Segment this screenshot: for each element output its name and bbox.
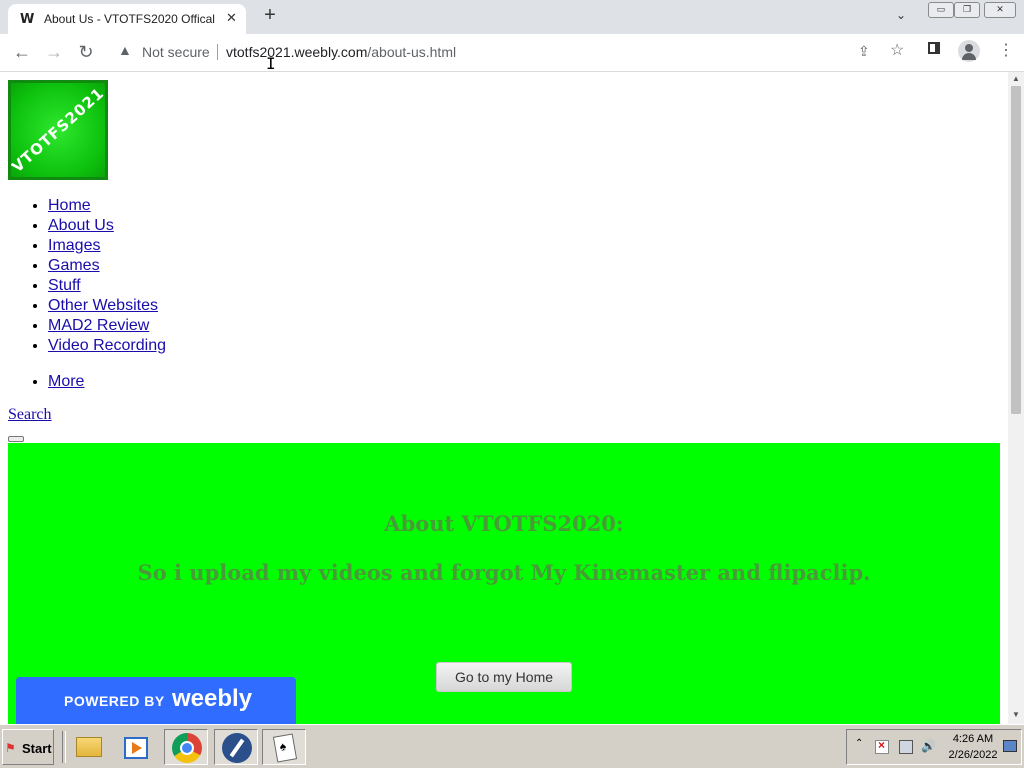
app-icon <box>222 733 252 763</box>
powered-by-weebly-badge[interactable]: POWERED BY weebly <box>16 677 296 724</box>
share-icon[interactable]: ⇪ <box>858 43 870 60</box>
go-home-button[interactable]: Go to my Home <box>436 662 572 692</box>
page-viewport: VTOTFS2021 Home About Us Images Games St… <box>0 72 1008 724</box>
url-host: vtotfs2021.weebly.com <box>226 44 368 60</box>
site-logo[interactable]: VTOTFS2021 <box>8 80 108 180</box>
scroll-up-icon[interactable]: ▲ <box>1012 74 1020 83</box>
weebly-favicon-icon: W <box>20 12 35 27</box>
nav-item-other-websites: Other Websites <box>48 296 166 316</box>
chrome-icon <box>172 733 202 763</box>
nav-link-other-websites[interactable]: Other Websites <box>48 297 158 314</box>
warning-icon[interactable]: ▲ <box>118 42 132 58</box>
nav-item-video-recording: Video Recording <box>48 336 166 356</box>
nav-item-more: More <box>48 372 84 392</box>
badge-prefix: POWERED BY <box>64 693 165 709</box>
nav-item-about-us: About Us <box>48 216 166 236</box>
site-nav: Home About Us Images Games Stuff Other W… <box>0 196 166 356</box>
url-path: /about-us.html <box>367 44 457 60</box>
nav-item-games: Games <box>48 256 166 276</box>
solitaire-icon <box>272 733 298 763</box>
nav-item-images: Images <box>48 236 166 256</box>
reload-icon[interactable]: ↻ <box>76 42 96 63</box>
star-icon[interactable]: ☆ <box>890 40 904 60</box>
tab-search-icon[interactable]: ⌄ <box>896 8 906 22</box>
nav-item-stuff: Stuff <box>48 276 166 296</box>
scroll-down-icon[interactable]: ▼ <box>1012 710 1020 719</box>
nav-link-mad2-review[interactable]: MAD2 Review <box>48 317 149 334</box>
taskbar: ⚑ Start ⌃ 🔊 4:26 AM 2/26/2022 <box>0 724 1024 768</box>
clock-date[interactable]: 2/26/2022 <box>945 749 1001 761</box>
solitaire-button[interactable] <box>262 729 306 765</box>
tab-strip: W About Us - VTOTFS2020 Offical ✕ + ⌄ ▭ … <box>0 0 1024 34</box>
security-label[interactable]: Not secure <box>142 44 210 60</box>
show-hidden-icons-icon[interactable]: ⌃ <box>855 738 863 749</box>
browser-toolbar: ← → ↻ ▲ Not secure vtotfs2021.weebly.com… <box>0 34 1024 72</box>
tab-close-icon[interactable]: ✕ <box>226 10 237 26</box>
banner-heading: About VTOTFS2020: <box>384 511 624 536</box>
nav-link-home[interactable]: Home <box>48 197 91 214</box>
page-scrollbar[interactable]: ▲ ▼ <box>1008 72 1024 724</box>
nav-item-home: Home <box>48 196 166 216</box>
start-button[interactable]: ⚑ Start <box>2 729 54 765</box>
file-explorer-icon <box>76 737 102 757</box>
side-panel-icon[interactable] <box>928 42 940 54</box>
search-toggle-button[interactable] <box>8 436 24 442</box>
more-menu: More <box>0 372 84 392</box>
chrome-button[interactable] <box>164 729 208 765</box>
nav-link-stuff[interactable]: Stuff <box>48 277 81 294</box>
minimize-button[interactable]: ▭ <box>928 2 954 18</box>
logo-text: VTOTFS2021 <box>8 83 108 177</box>
restore-button[interactable]: ❐ <box>954 2 980 18</box>
network-icon[interactable] <box>899 740 913 754</box>
start-label: Start <box>22 741 52 756</box>
media-player-button[interactable] <box>114 729 158 765</box>
nav-link-images[interactable]: Images <box>48 237 100 254</box>
new-tab-button[interactable]: + <box>260 4 280 27</box>
back-icon[interactable]: ← <box>12 42 32 63</box>
weebly-wordmark: weebly <box>172 685 253 712</box>
nav-item-mad2-review: MAD2 Review <box>48 316 166 336</box>
url-text[interactable]: vtotfs2021.weebly.com/about-us.html <box>226 44 456 60</box>
file-explorer-button[interactable] <box>66 729 110 765</box>
search-link[interactable]: Search <box>8 406 52 424</box>
forward-icon[interactable]: → <box>44 42 64 63</box>
tab-title: About Us - VTOTFS2020 Offical <box>44 12 215 26</box>
browser-tab[interactable]: W About Us - VTOTFS2020 Offical ✕ <box>8 4 246 34</box>
text-cursor-icon: I <box>266 54 276 73</box>
volume-icon[interactable]: 🔊 <box>921 739 936 753</box>
screen: W About Us - VTOTFS2020 Offical ✕ + ⌄ ▭ … <box>0 0 1024 768</box>
scroll-thumb[interactable] <box>1011 86 1021 414</box>
clock-time[interactable]: 4:26 AM <box>949 733 997 745</box>
profile-icon[interactable] <box>958 40 980 62</box>
close-window-button[interactable]: ✕ <box>984 2 1016 18</box>
menu-icon[interactable]: ⋮ <box>998 40 1014 60</box>
action-center-icon[interactable] <box>875 738 889 754</box>
address-bar[interactable]: ▲ Not secure vtotfs2021.weebly.com/about… <box>108 38 888 66</box>
nav-link-about-us[interactable]: About Us <box>48 217 114 234</box>
windows-flag-icon: ⚑ <box>5 741 16 755</box>
omnibox-divider <box>217 44 218 60</box>
media-player-icon <box>124 737 148 759</box>
nav-link-video-recording[interactable]: Video Recording <box>48 337 166 354</box>
system-tray: ⌃ 🔊 4:26 AM 2/26/2022 <box>846 729 1022 765</box>
nav-link-games[interactable]: Games <box>48 257 100 274</box>
app-button[interactable] <box>214 729 258 765</box>
show-desktop-icon[interactable] <box>1003 740 1017 752</box>
banner-subheading: So i upload my videos and forgot My Kine… <box>137 560 871 585</box>
nav-link-more[interactable]: More <box>48 373 84 390</box>
